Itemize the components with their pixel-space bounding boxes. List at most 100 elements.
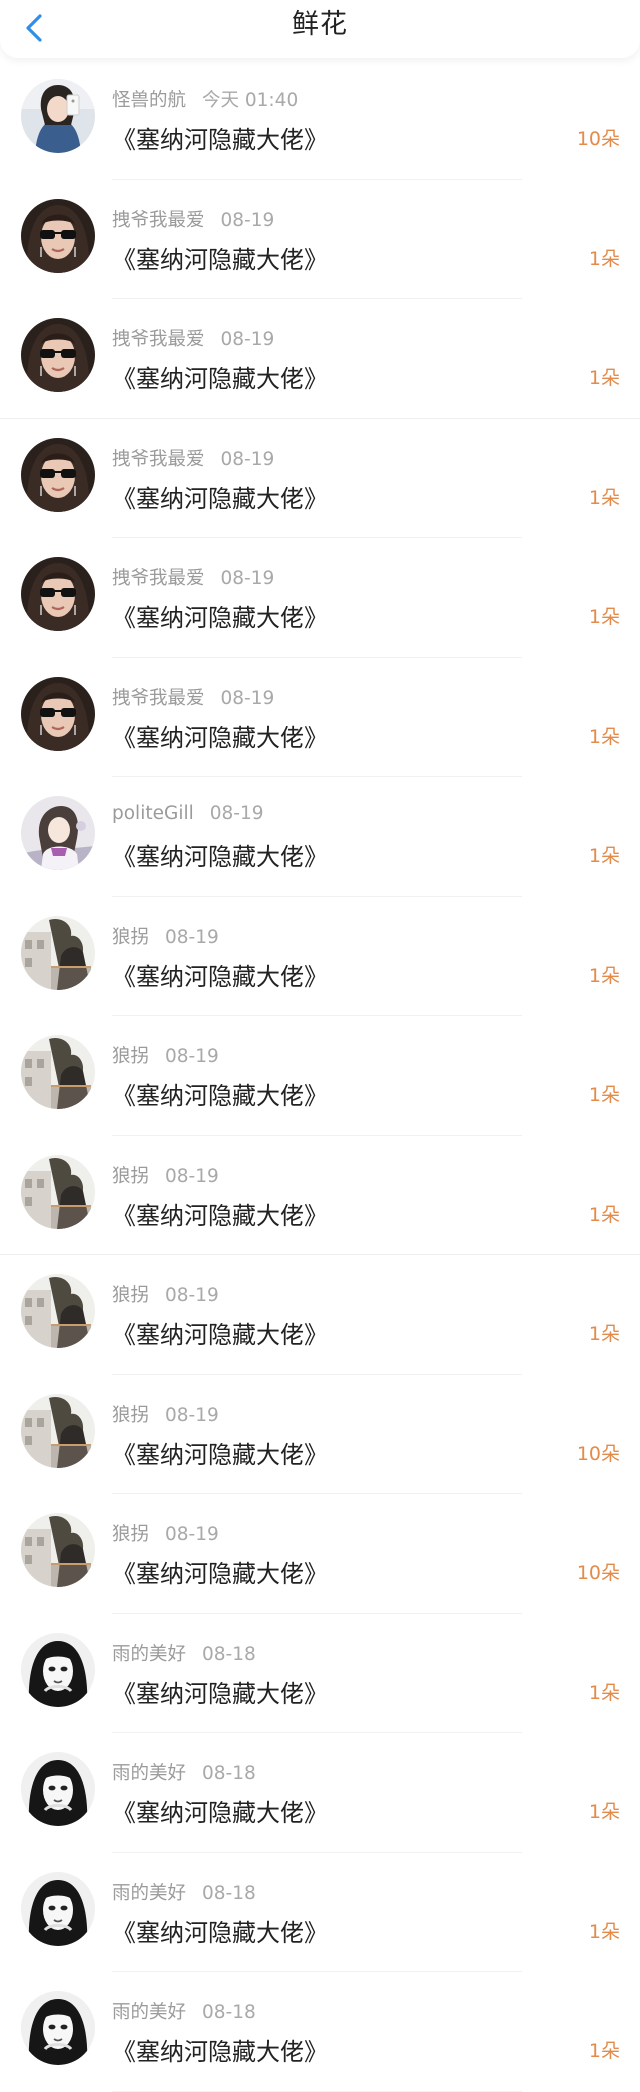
flower-count: 1朵 bbox=[588, 1681, 620, 1704]
gift-time: 08-19 bbox=[165, 1285, 219, 1306]
book-title[interactable]: 《塞纳河隐藏大佬》 bbox=[112, 120, 328, 155]
book-title[interactable]: 《塞纳河隐藏大佬》 bbox=[112, 1196, 328, 1231]
gift-list-item[interactable]: politeGill 08-19 《塞纳河隐藏大佬》 1朵 bbox=[0, 777, 640, 897]
book-title[interactable]: 《塞纳河隐藏大佬》 bbox=[112, 957, 328, 992]
flower-count: 10朵 bbox=[576, 1442, 620, 1465]
flower-count: 1朵 bbox=[588, 1801, 620, 1823]
avatar[interactable] bbox=[21, 796, 95, 870]
gift-list-item[interactable]: 拽爷我最爱 08-19 《塞纳河隐藏大佬》 1朵 bbox=[0, 538, 640, 658]
gift-time: 08-19 bbox=[220, 448, 275, 470]
bw-portrait-avatar-image bbox=[21, 1991, 95, 2065]
user-name[interactable]: 雨的美好 bbox=[112, 1883, 186, 1904]
selfie-avatar-image bbox=[21, 79, 95, 153]
flower-count: 1朵 bbox=[588, 1323, 620, 1345]
sunglasses-avatar-image bbox=[21, 557, 95, 631]
flower-count: 1朵 bbox=[588, 247, 620, 270]
user-name[interactable]: 狼拐 bbox=[112, 927, 149, 948]
gift-list-item[interactable]: 雨的美好 08-18 《塞纳河隐藏大佬》 1朵 bbox=[0, 1972, 640, 2092]
book-title[interactable]: 《塞纳河隐藏大佬》 bbox=[112, 718, 328, 753]
user-name[interactable]: 拽爷我最爱 bbox=[112, 329, 205, 350]
user-name[interactable]: 狼拐 bbox=[112, 1405, 149, 1426]
flower-count: 1朵 bbox=[588, 1084, 620, 1106]
gift-time: 08-19 bbox=[220, 687, 275, 709]
book-title[interactable]: 《塞纳河隐藏大佬》 bbox=[112, 1674, 328, 1709]
avatar[interactable] bbox=[21, 1393, 95, 1468]
user-name[interactable]: 拽爷我最爱 bbox=[112, 568, 205, 589]
gift-list-item[interactable]: 拽爷我最爱 08-19 《塞纳河隐藏大佬》 1朵 bbox=[0, 658, 640, 777]
street-avatar-image bbox=[21, 1274, 95, 1348]
sunglasses-avatar-image bbox=[21, 198, 95, 273]
book-title[interactable]: 《塞纳河隐藏大佬》 bbox=[112, 1793, 328, 1828]
user-name[interactable]: 雨的美好 bbox=[112, 2002, 186, 2023]
book-title[interactable]: 《塞纳河隐藏大佬》 bbox=[112, 1076, 328, 1111]
user-name[interactable]: 狼拐 bbox=[112, 1046, 149, 1067]
book-title[interactable]: 《塞纳河隐藏大佬》 bbox=[112, 598, 328, 633]
avatar[interactable] bbox=[21, 1154, 95, 1229]
user-name[interactable]: 拽爷我最爱 bbox=[112, 688, 205, 709]
gift-time: 08-19 bbox=[220, 329, 275, 350]
avatar[interactable] bbox=[21, 318, 95, 392]
gift-list-item[interactable]: 拽爷我最爱 08-19 《塞纳河隐藏大佬》 1朵 bbox=[0, 419, 640, 538]
gift-list-item[interactable]: 拽爷我最爱 08-19 《塞纳河隐藏大佬》 1朵 bbox=[0, 180, 640, 299]
avatar[interactable] bbox=[21, 1632, 95, 1707]
avatar[interactable] bbox=[21, 1274, 95, 1348]
gift-time: 08-19 bbox=[165, 926, 219, 948]
book-title[interactable]: 《塞纳河隐藏大佬》 bbox=[112, 479, 328, 514]
gift-list-item[interactable]: 狼拐 08-19 《塞纳河隐藏大佬》 10朵 bbox=[0, 1494, 640, 1614]
header-bar: 鲜花 bbox=[0, 0, 640, 58]
avatar[interactable] bbox=[21, 915, 95, 990]
gift-list-item[interactable]: 雨的美好 08-18 《塞纳河隐藏大佬》 1朵 bbox=[0, 1733, 640, 1853]
user-name[interactable]: 狼拐 bbox=[112, 1285, 149, 1306]
user-name[interactable]: 拽爷我最爱 bbox=[112, 449, 205, 470]
book-title[interactable]: 《塞纳河隐藏大佬》 bbox=[112, 1554, 328, 1589]
user-name[interactable]: politeGill bbox=[112, 803, 194, 824]
flower-count: 1朵 bbox=[588, 1203, 620, 1226]
avatar[interactable] bbox=[21, 1035, 95, 1109]
gift-list-item[interactable]: 狼拐 08-19 《塞纳河隐藏大佬》 1朵 bbox=[0, 1016, 640, 1136]
divider bbox=[112, 2090, 522, 2092]
item-meta: 狼拐 08-19 bbox=[112, 1042, 219, 1068]
book-title[interactable]: 《塞纳河隐藏大佬》 bbox=[112, 359, 328, 394]
gift-list-item[interactable]: 怪兽的航 今天 01:40 《塞纳河隐藏大佬》 10朵 bbox=[0, 60, 640, 180]
user-name[interactable]: 怪兽的航 bbox=[112, 90, 186, 111]
page-title: 鲜花 bbox=[292, 9, 348, 40]
gift-list-item[interactable]: 狼拐 08-19 《塞纳河隐藏大佬》 10朵 bbox=[0, 1375, 640, 1494]
book-title[interactable]: 《塞纳河隐藏大佬》 bbox=[112, 837, 328, 872]
gift-list-item[interactable]: 狼拐 08-19 《塞纳河隐藏大佬》 1朵 bbox=[0, 897, 640, 1016]
avatar[interactable] bbox=[21, 1871, 95, 1946]
avatar[interactable] bbox=[21, 557, 95, 631]
gift-list-item[interactable]: 狼拐 08-19 《塞纳河隐藏大佬》 1朵 bbox=[0, 1255, 640, 1375]
item-meta: 雨的美好 08-18 bbox=[112, 1759, 256, 1785]
gift-list-item[interactable]: 雨的美好 08-18 《塞纳河隐藏大佬》 1朵 bbox=[0, 1614, 640, 1733]
item-meta: 怪兽的航 今天 01:40 bbox=[112, 86, 298, 112]
user-name[interactable]: 狼拐 bbox=[112, 1166, 149, 1187]
avatar[interactable] bbox=[21, 437, 95, 512]
user-name[interactable]: 雨的美好 bbox=[112, 1644, 186, 1665]
avatar[interactable] bbox=[21, 198, 95, 273]
street-avatar-image bbox=[21, 1035, 95, 1109]
flower-count: 1朵 bbox=[588, 367, 620, 389]
gift-time: 08-19 bbox=[165, 1524, 219, 1545]
flower-count: 1朵 bbox=[588, 725, 620, 748]
gift-list-item[interactable]: 雨的美好 08-18 《塞纳河隐藏大佬》 1朵 bbox=[0, 1853, 640, 1972]
book-title[interactable]: 《塞纳河隐藏大佬》 bbox=[112, 240, 328, 275]
flower-count: 1朵 bbox=[588, 2040, 620, 2062]
user-name[interactable]: 雨的美好 bbox=[112, 1763, 186, 1784]
book-title[interactable]: 《塞纳河隐藏大佬》 bbox=[112, 1315, 328, 1350]
street-avatar-image bbox=[21, 915, 95, 990]
avatar[interactable] bbox=[21, 79, 95, 153]
avatar[interactable] bbox=[21, 1991, 95, 2065]
item-meta: 狼拐 08-19 bbox=[112, 1520, 219, 1546]
avatar[interactable] bbox=[21, 1513, 95, 1587]
user-name[interactable]: 狼拐 bbox=[112, 1524, 149, 1545]
avatar[interactable] bbox=[21, 1752, 95, 1826]
avatar[interactable] bbox=[21, 676, 95, 751]
gift-list-item[interactable]: 狼拐 08-19 《塞纳河隐藏大佬》 1朵 bbox=[0, 1136, 640, 1255]
gift-time: 08-19 bbox=[165, 1046, 219, 1067]
gift-time: 08-19 bbox=[165, 1404, 219, 1426]
user-name[interactable]: 拽爷我最爱 bbox=[112, 210, 205, 231]
book-title[interactable]: 《塞纳河隐藏大佬》 bbox=[112, 1913, 328, 1948]
gift-list-item[interactable]: 拽爷我最爱 08-19 《塞纳河隐藏大佬》 1朵 bbox=[0, 299, 640, 419]
book-title[interactable]: 《塞纳河隐藏大佬》 bbox=[112, 1435, 328, 1470]
book-title[interactable]: 《塞纳河隐藏大佬》 bbox=[112, 2032, 328, 2067]
